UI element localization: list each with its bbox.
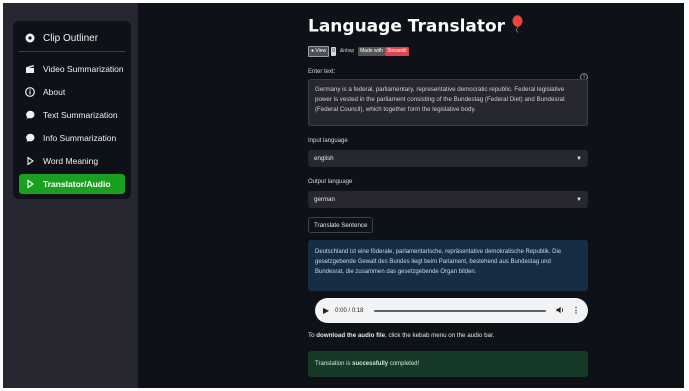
sidebar-item-label: About xyxy=(43,87,66,97)
balloon-icon xyxy=(511,15,524,38)
note-bold: download the audio file xyxy=(316,332,386,339)
success-bold: successfully xyxy=(352,361,389,367)
sidebar-header: Clip Outliner xyxy=(19,28,125,48)
input-language-select[interactable]: english ▼ xyxy=(308,150,588,167)
page-title-text: Language Translator xyxy=(308,16,506,37)
sidebar-item-about[interactable]: About xyxy=(19,82,125,102)
sidebar-header-label: Clip Outliner xyxy=(43,32,99,44)
github-icon: ● xyxy=(311,48,315,54)
badge-label: View xyxy=(315,48,327,54)
output-language-label: Output language xyxy=(308,179,353,185)
kebab-menu-icon[interactable]: ⋮ xyxy=(572,306,580,315)
audio-progress-track[interactable] xyxy=(373,309,546,312)
sidebar-item-translator-audio[interactable]: Translator/Audio xyxy=(19,174,125,194)
success-alert: Translation is successfully completed! xyxy=(308,351,588,377)
nbsp-text: &nbsp xyxy=(339,48,355,54)
sidebar-item-label: Word Meaning xyxy=(43,156,99,166)
audio-player[interactable]: ▶ 0:00 / 0:18 ⋮ xyxy=(315,298,588,323)
sidebar-item-info-summarization[interactable]: Info Summarization xyxy=(19,128,125,148)
help-icon[interactable]: ? xyxy=(580,68,588,81)
badge-row: ● View 0 &nbsp Made with Streamlit xyxy=(308,46,409,57)
sidebar: Clip Outliner Video Summarization About xyxy=(3,3,138,388)
translation-result-box: Deutschland ist eine föderale, parlament… xyxy=(308,240,588,291)
download-note: To download the audio file, click the ke… xyxy=(308,332,494,339)
sidebar-item-label: Video Summarization xyxy=(43,64,124,74)
translate-sentence-button[interactable]: Translate Sentence xyxy=(308,217,374,233)
chat-bubble-icon xyxy=(24,110,36,120)
success-prefix: Translation is xyxy=(315,361,353,367)
clapperboard-icon xyxy=(24,64,36,74)
translation-result-text: Deutschland ist eine föderale, parlament… xyxy=(315,249,562,275)
sidebar-item-label: Info Summarization xyxy=(43,133,117,143)
sidebar-nav-menu: Clip Outliner Video Summarization About xyxy=(13,21,131,199)
sidebar-item-video-summarization[interactable]: Video Summarization xyxy=(19,59,125,79)
output-language-value: german xyxy=(314,196,335,203)
input-text-area[interactable]: Germany is a federal, parliamentary, rep… xyxy=(308,79,588,126)
input-language-value: english xyxy=(314,155,334,162)
chat-icon xyxy=(24,33,36,43)
translate-button-label: Translate Sentence xyxy=(314,221,368,229)
play-outline-icon xyxy=(24,179,36,189)
play-icon[interactable]: ▶ xyxy=(323,306,329,315)
caret-down-icon: ▼ xyxy=(576,196,582,203)
input-text-label: Enter text: xyxy=(308,69,336,75)
sidebar-item-text-summarization[interactable]: Text Summarization xyxy=(19,105,125,125)
page-title: Language Translator xyxy=(308,15,524,38)
app-window: Clip Outliner Video Summarization About xyxy=(3,3,684,388)
sidebar-item-word-meaning[interactable]: Word Meaning xyxy=(19,151,125,171)
streamlit-badge: Streamlit xyxy=(384,47,409,56)
note-suffix: , click the kebab menu on the audio bar. xyxy=(385,332,495,339)
audio-time: 0:00 / 0:18 xyxy=(335,307,364,314)
chat-bubble-icon xyxy=(24,133,36,143)
play-outline-icon xyxy=(24,156,36,166)
sidebar-item-label: Text Summarization xyxy=(43,110,118,120)
made-with-badge: Made with xyxy=(358,47,385,56)
success-suffix: completed! xyxy=(388,361,420,367)
input-text-value: Germany is a federal, parliamentary, rep… xyxy=(315,86,565,113)
info-icon xyxy=(24,87,36,97)
sidebar-item-label: Translator/Audio xyxy=(43,179,111,189)
main-content: Language Translator ● View 0 &nbsp Made … xyxy=(308,3,588,388)
caret-down-icon: ▼ xyxy=(576,155,582,162)
input-language-label: Input language xyxy=(308,138,348,144)
volume-icon[interactable] xyxy=(556,306,565,316)
sidebar-divider xyxy=(19,51,125,52)
badge-count: 0 xyxy=(331,47,336,56)
output-language-select[interactable]: german ▼ xyxy=(308,191,588,208)
github-view-badge[interactable]: ● View xyxy=(308,46,330,57)
